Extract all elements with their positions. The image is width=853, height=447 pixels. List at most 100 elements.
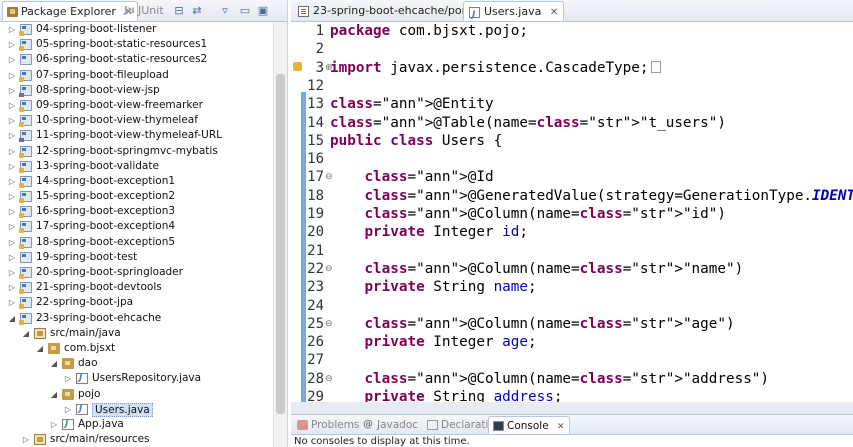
collapsed-arrow-icon[interactable]: ▷ <box>8 159 16 174</box>
tree-item[interactable]: ▷ 18-spring-boot-exception5 <box>0 235 274 250</box>
minimize-icon[interactable]: ▭ <box>238 4 252 18</box>
tree-item[interactable]: ▷ 05-spring-boot-static-resources1 <box>0 37 274 52</box>
code-line[interactable]: class="ann">@Id <box>330 168 850 186</box>
collapsed-arrow-icon[interactable]: ▷ <box>50 417 58 432</box>
collapsed-arrow-icon[interactable]: ▷ <box>8 265 16 280</box>
warning-icon[interactable] <box>293 62 302 71</box>
collapsed-arrow-icon[interactable]: ▷ <box>8 113 16 128</box>
tree-item[interactable]: ▷ 08-spring-boot-view-jsp <box>0 83 274 98</box>
code-line[interactable]: private String address; <box>330 388 850 402</box>
collapsed-arrow-icon[interactable]: ▷ <box>8 128 16 143</box>
collapsed-arrow-icon[interactable]: ▷ <box>64 402 72 417</box>
expanded-arrow-icon[interactable]: ◢ <box>50 356 58 371</box>
code-line[interactable]: class="ann">@Entity <box>330 95 850 113</box>
tree-item[interactable]: ▷ 07-spring-boot-fileupload <box>0 68 274 83</box>
collapsed-arrow-icon[interactable]: ▷ <box>8 37 16 52</box>
scrollbar-thumb[interactable] <box>276 74 285 414</box>
tree-item[interactable]: ◢ pojo <box>0 387 274 402</box>
collapsed-arrow-icon[interactable]: ▷ <box>8 280 16 295</box>
collapsed-arrow-icon[interactable]: ▷ <box>64 371 72 386</box>
code-line[interactable]: private String name; <box>330 278 850 296</box>
tree-item-label: App.java <box>78 417 124 430</box>
tree-scrollbar[interactable] <box>273 22 287 447</box>
tree-item[interactable]: ▷ 11-spring-boot-view-thymeleaf-URL <box>0 128 274 143</box>
tab-javadoc[interactable]: @ Javadoc <box>359 416 422 434</box>
expanded-arrow-icon[interactable]: ◢ <box>50 387 58 402</box>
collapsed-arrow-icon[interactable]: ▷ <box>8 174 16 189</box>
collapsed-arrow-icon[interactable]: ▷ <box>22 432 30 447</box>
expanded-arrow-icon[interactable]: ◢ <box>22 326 30 341</box>
collapsed-arrow-icon[interactable]: ▷ <box>8 204 16 219</box>
tree-item[interactable]: ▷ App.java <box>0 417 274 432</box>
code-line[interactable] <box>330 351 850 369</box>
tab-label: Package Explorer <box>21 5 116 18</box>
code-line[interactable]: private Integer id; <box>330 223 850 241</box>
code-line[interactable]: private Integer age; <box>330 333 850 351</box>
code-line[interactable] <box>330 77 850 95</box>
tree-item[interactable]: ▷ Users.java <box>0 402 274 417</box>
tab-users-java[interactable]: Users.java ✕ <box>463 1 565 25</box>
collapsed-arrow-icon[interactable]: ▷ <box>8 235 16 250</box>
collapsed-arrow-icon[interactable]: ▷ <box>8 83 16 98</box>
tree-item[interactable]: ◢ src/main/java <box>0 326 274 341</box>
tree-item[interactable]: ▷ 14-spring-boot-exception1 <box>0 174 274 189</box>
code-line[interactable]: class="ann">@Column(name=class="str">"na… <box>330 260 850 278</box>
code-area[interactable]: 1 2 3 ⊕ 12 13 14 15 16 17 ⊖ 18 19 20 21 22 ⊖ 23 24 25 ⊖ 26 27 2… <box>291 22 853 402</box>
folded-imports-icon[interactable] <box>650 60 661 73</box>
tree-item[interactable]: ▷ 20-spring-boot-springloader <box>0 265 274 280</box>
tree-item[interactable]: ▷ src/main/resources <box>0 432 274 447</box>
collapsed-arrow-icon[interactable]: ▷ <box>8 295 16 310</box>
collapsed-arrow-icon[interactable]: ▷ <box>8 144 16 159</box>
tree-item[interactable]: ▷ 19-spring-boot-test <box>0 250 274 265</box>
tree-item[interactable]: ▷ 15-spring-boot-exception2 <box>0 189 274 204</box>
expanded-arrow-icon[interactable]: ◢ <box>8 311 16 326</box>
tree-item[interactable]: ▷ 06-spring-boot-static-resources2 <box>0 52 274 67</box>
tree-item[interactable]: ▷ 10-spring-boot-view-thymeleaf <box>0 113 274 128</box>
collapse-all-icon[interactable]: ⊟ <box>172 4 186 18</box>
tree-item[interactable]: ▷ 09-spring-boot-view-freemarker <box>0 98 274 113</box>
code-line[interactable]: class="ann">@Column(name=class="str">"ad… <box>330 370 850 388</box>
collapsed-arrow-icon[interactable]: ▷ <box>8 189 16 204</box>
code-line[interactable] <box>330 40 850 58</box>
tree-item[interactable]: ▷ 22-spring-boot-jpa <box>0 295 274 310</box>
code-line[interactable] <box>330 297 850 315</box>
collapsed-arrow-icon[interactable]: ▷ <box>8 22 16 37</box>
tree-item[interactable]: ◢ com.bjsxt <box>0 341 274 356</box>
tab-problems[interactable]: Problems <box>293 416 363 434</box>
tree-item[interactable]: ▷ 04-spring-boot-listener <box>0 22 274 37</box>
tab-junit[interactable]: Ju JUnit <box>120 1 168 21</box>
code-line[interactable] <box>330 242 850 260</box>
collapsed-arrow-icon[interactable]: ▷ <box>8 98 16 113</box>
code-line[interactable]: class="ann">@Column(name=class="str">"ag… <box>330 315 850 333</box>
sash[interactable] <box>291 402 853 414</box>
tree-item[interactable]: ▷ 21-spring-boot-devtools <box>0 280 274 295</box>
tree-item[interactable]: ▷ UsersRepository.java <box>0 371 274 386</box>
close-icon[interactable]: ✕ <box>550 7 558 18</box>
project-icon <box>19 282 32 295</box>
tree-item[interactable]: ◢ dao <box>0 356 274 371</box>
collapsed-arrow-icon[interactable]: ▷ <box>8 219 16 234</box>
code-line[interactable]: class="ann">@Table(name=class="str">"t_u… <box>330 114 850 132</box>
tab-label: Problems <box>311 419 360 431</box>
code-line[interactable]: class="ann">@GeneratedValue(strategy=Gen… <box>330 187 853 205</box>
link-editor-icon[interactable]: ⇄ <box>190 4 204 18</box>
collapsed-arrow-icon[interactable]: ▷ <box>8 52 16 67</box>
collapsed-arrow-icon[interactable]: ▷ <box>8 250 16 265</box>
expanded-arrow-icon[interactable]: ◢ <box>36 341 44 356</box>
tab-console[interactable]: Console ✕ <box>488 416 570 434</box>
code-line[interactable]: public class Users { <box>330 132 850 150</box>
close-icon[interactable]: ✕ <box>557 422 565 432</box>
tree-item[interactable]: ▷ 17-spring-boot-exception4 <box>0 219 274 234</box>
tree-item[interactable]: ▷ 16-spring-boot-exception3 <box>0 204 274 219</box>
code-line[interactable]: class="ann">@Column(name=class="str">"id… <box>330 205 850 223</box>
code-line[interactable]: package com.bjsxt.pojo; <box>330 22 850 40</box>
tree-item[interactable]: ▷ 12-spring-boot-springmvc-mybatis <box>0 144 274 159</box>
code-line[interactable] <box>330 150 850 168</box>
view-menu-icon[interactable]: ▿ <box>218 4 232 18</box>
tab-package-explorer[interactable]: Package Explorer ✕ <box>2 1 138 21</box>
tree-item[interactable]: ◢ 23-spring-boot-ehcache <box>0 311 274 326</box>
code-line[interactable]: import javax.persistence.CascadeType; <box>330 59 850 77</box>
tree-item[interactable]: ▷ 13-spring-boot-validate <box>0 159 274 174</box>
maximize-icon[interactable]: ▣ <box>256 4 270 18</box>
collapsed-arrow-icon[interactable]: ▷ <box>8 68 16 83</box>
